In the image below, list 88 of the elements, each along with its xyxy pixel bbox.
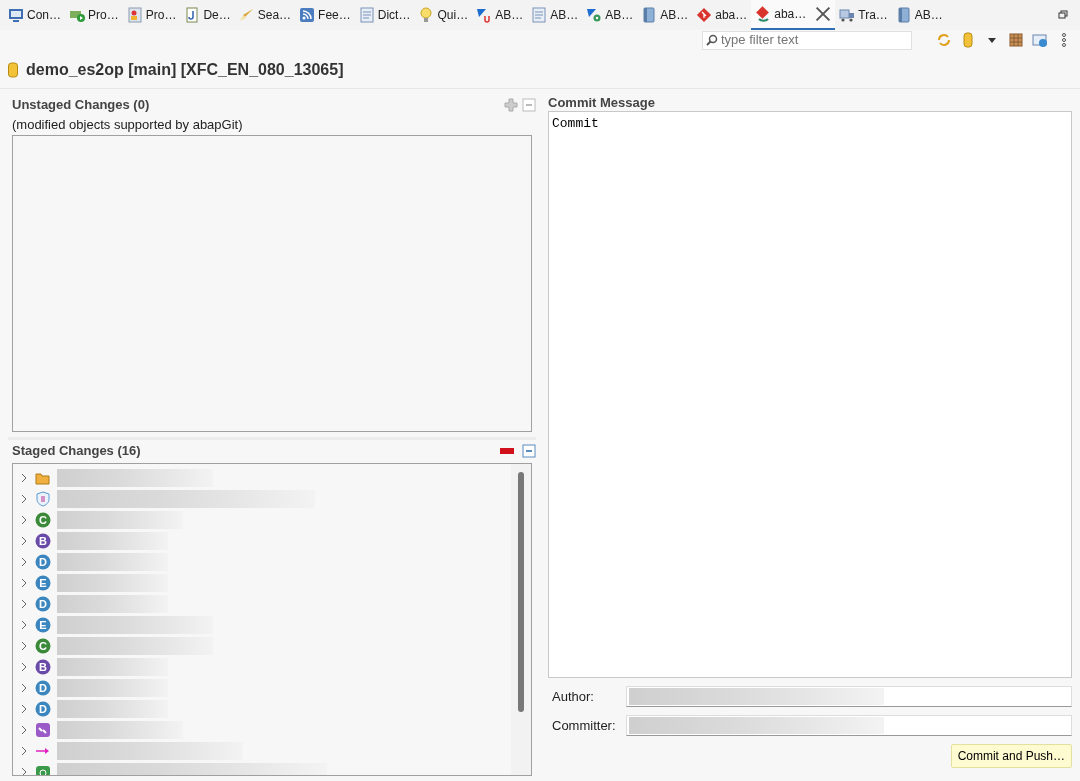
database-icon	[8, 62, 18, 78]
tree-item[interactable]: E	[13, 614, 511, 636]
author-field[interactable]	[626, 686, 1072, 707]
expand-icon	[19, 620, 29, 630]
expand-icon	[19, 746, 29, 756]
editor-tab[interactable]: AB…	[582, 0, 638, 30]
git-icon	[755, 6, 772, 22]
folder-icon	[35, 470, 51, 486]
editor-tab[interactable]: aba…	[692, 0, 752, 30]
expand-icon	[19, 725, 29, 735]
tree-item[interactable]: E	[13, 572, 511, 594]
object-type-icon: E	[35, 575, 51, 591]
field-label: Committer:	[551, 716, 617, 735]
expand-icon	[19, 494, 29, 504]
link-icon	[35, 722, 51, 738]
tree-item[interactable]: C	[13, 509, 511, 531]
document-icon	[358, 7, 375, 23]
object-type-icon: D	[35, 680, 51, 696]
document-icon	[531, 7, 548, 23]
object-type-icon: C	[35, 638, 51, 654]
collapse-all-icon[interactable]	[522, 98, 536, 112]
document-icon	[184, 7, 201, 23]
commit-and-push-button[interactable]: Commit and Push…	[950, 744, 1072, 768]
expand-icon	[19, 599, 29, 609]
database-icon[interactable]	[960, 32, 976, 48]
feed-icon	[299, 7, 316, 23]
object-type-icon: C	[35, 512, 51, 528]
editor-tab[interactable]: Tra…	[835, 0, 892, 30]
expand-icon	[19, 536, 29, 546]
tree-item[interactable]: C	[13, 635, 511, 657]
monitor-icon	[8, 7, 24, 23]
expand-icon	[19, 557, 29, 567]
object-type-icon: D	[35, 554, 51, 570]
editor-tab[interactable]: AB…	[637, 0, 693, 30]
truck-icon	[839, 7, 856, 23]
scrollbar-thumb[interactable]	[518, 471, 524, 712]
editor-tab[interactable]: Dict…	[354, 0, 415, 30]
expand-icon	[19, 704, 29, 714]
section-heading: Staged Changes (16)	[11, 442, 141, 461]
object-type-icon: D	[35, 596, 51, 612]
commit-message-field[interactable]: Commit	[548, 111, 1072, 678]
expand-icon	[19, 473, 29, 483]
collapse-all-icon[interactable]	[522, 444, 536, 458]
expand-icon	[19, 662, 29, 672]
add-icon[interactable]	[504, 98, 518, 112]
object-type-icon: E	[35, 617, 51, 633]
expand-icon	[19, 578, 29, 588]
tree-item[interactable]: D	[13, 593, 511, 615]
book-icon	[641, 7, 658, 23]
editor-title: demo_es2op [main] [XFC_EN_080_13065]	[26, 60, 344, 80]
grid-icon[interactable]	[1008, 32, 1024, 48]
editor-tab[interactable]: AB…	[891, 0, 947, 30]
editor-tab[interactable]: Sea…	[234, 0, 296, 30]
editor-tab[interactable]: Con…	[4, 0, 65, 30]
editor-tab[interactable]: De…	[180, 0, 235, 30]
committer-field[interactable]	[626, 715, 1072, 736]
tree-item[interactable]: D	[13, 551, 511, 573]
editor-tab[interactable]: Pro…	[122, 0, 181, 30]
refresh-icon[interactable]	[936, 32, 952, 48]
tree-item[interactable]: B	[13, 530, 511, 552]
tree-item[interactable]: D	[13, 677, 511, 699]
editor-tab[interactable]: Fee…	[295, 0, 355, 30]
filter-field[interactable]: type filter text	[702, 30, 912, 50]
object-type-icon: B	[35, 533, 51, 549]
tree-item[interactable]: D	[13, 698, 511, 720]
section-heading: Unstaged Changes (0)	[11, 96, 150, 115]
section-note: (modified objects supported by abapGit)	[11, 116, 244, 134]
expand-icon	[19, 641, 29, 651]
tree-item[interactable]: B	[13, 656, 511, 678]
expand-icon	[19, 683, 29, 693]
expand-icon	[19, 767, 29, 775]
field-label: Author:	[551, 687, 595, 706]
editor-tab[interactable]: aba…	[751, 0, 836, 30]
object-type-icon: D	[35, 701, 51, 717]
section-heading: Commit Message	[548, 94, 656, 111]
object-type-icon: B	[35, 659, 51, 675]
shield-icon	[35, 491, 51, 507]
restore-icon[interactable]	[1058, 10, 1068, 20]
editor-tab[interactable]: AB…	[527, 0, 583, 30]
flag-icon	[476, 7, 493, 23]
profile-icon	[126, 7, 143, 23]
lightbulb-icon	[418, 7, 435, 23]
close-icon[interactable]	[815, 6, 832, 22]
expand-icon	[19, 515, 29, 525]
editor-tab[interactable]: Pro…	[65, 0, 123, 30]
book-icon	[895, 7, 912, 23]
editor-tab[interactable]: Qui…	[414, 0, 473, 30]
editor-tab[interactable]: AB…	[472, 0, 528, 30]
